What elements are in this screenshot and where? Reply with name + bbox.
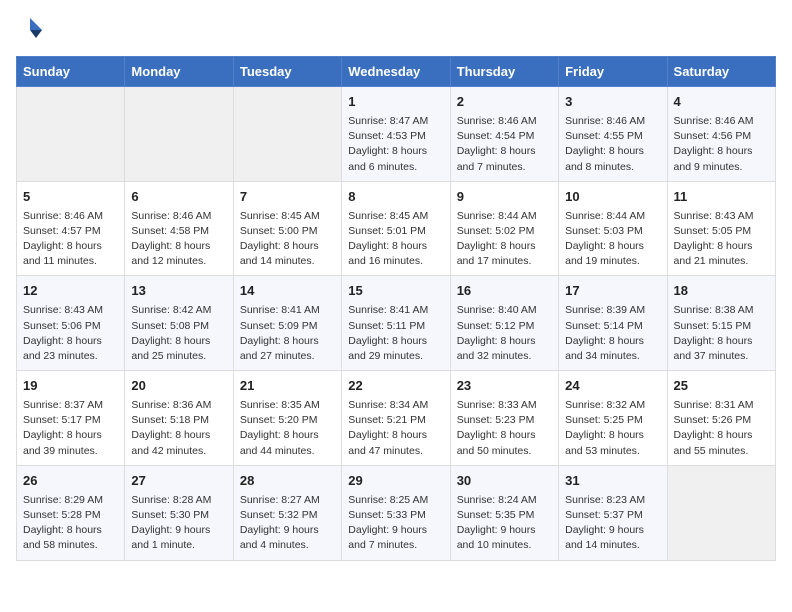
day-number: 6 bbox=[131, 188, 226, 207]
calendar-cell bbox=[17, 87, 125, 182]
day-number: 17 bbox=[565, 282, 660, 301]
calendar-cell: 30Sunrise: 8:24 AMSunset: 5:35 PMDayligh… bbox=[450, 465, 558, 560]
day-number: 16 bbox=[457, 282, 552, 301]
day-number: 31 bbox=[565, 472, 660, 491]
calendar-cell: 3Sunrise: 8:46 AMSunset: 4:55 PMDaylight… bbox=[559, 87, 667, 182]
calendar-cell bbox=[667, 465, 775, 560]
calendar-cell: 17Sunrise: 8:39 AMSunset: 5:14 PMDayligh… bbox=[559, 276, 667, 371]
day-number: 4 bbox=[674, 93, 769, 112]
calendar-cell: 10Sunrise: 8:44 AMSunset: 5:03 PMDayligh… bbox=[559, 181, 667, 276]
calendar-cell: 12Sunrise: 8:43 AMSunset: 5:06 PMDayligh… bbox=[17, 276, 125, 371]
day-number: 3 bbox=[565, 93, 660, 112]
col-header-saturday: Saturday bbox=[667, 57, 775, 87]
col-header-friday: Friday bbox=[559, 57, 667, 87]
day-number: 5 bbox=[23, 188, 118, 207]
col-header-wednesday: Wednesday bbox=[342, 57, 450, 87]
day-number: 20 bbox=[131, 377, 226, 396]
calendar-table: SundayMondayTuesdayWednesdayThursdayFrid… bbox=[16, 56, 776, 561]
calendar-cell: 29Sunrise: 8:25 AMSunset: 5:33 PMDayligh… bbox=[342, 465, 450, 560]
day-number: 30 bbox=[457, 472, 552, 491]
calendar-cell: 2Sunrise: 8:46 AMSunset: 4:54 PMDaylight… bbox=[450, 87, 558, 182]
calendar-cell: 26Sunrise: 8:29 AMSunset: 5:28 PMDayligh… bbox=[17, 465, 125, 560]
day-number: 27 bbox=[131, 472, 226, 491]
day-number: 7 bbox=[240, 188, 335, 207]
calendar-cell: 21Sunrise: 8:35 AMSunset: 5:20 PMDayligh… bbox=[233, 371, 341, 466]
calendar-cell: 9Sunrise: 8:44 AMSunset: 5:02 PMDaylight… bbox=[450, 181, 558, 276]
calendar-cell: 6Sunrise: 8:46 AMSunset: 4:58 PMDaylight… bbox=[125, 181, 233, 276]
day-number: 11 bbox=[674, 188, 769, 207]
day-number: 13 bbox=[131, 282, 226, 301]
day-number: 10 bbox=[565, 188, 660, 207]
calendar-cell: 4Sunrise: 8:46 AMSunset: 4:56 PMDaylight… bbox=[667, 87, 775, 182]
day-number: 2 bbox=[457, 93, 552, 112]
day-number: 14 bbox=[240, 282, 335, 301]
calendar-cell: 28Sunrise: 8:27 AMSunset: 5:32 PMDayligh… bbox=[233, 465, 341, 560]
calendar-cell bbox=[233, 87, 341, 182]
day-number: 18 bbox=[674, 282, 769, 301]
calendar-cell: 19Sunrise: 8:37 AMSunset: 5:17 PMDayligh… bbox=[17, 371, 125, 466]
calendar-cell: 22Sunrise: 8:34 AMSunset: 5:21 PMDayligh… bbox=[342, 371, 450, 466]
col-header-sunday: Sunday bbox=[17, 57, 125, 87]
col-header-thursday: Thursday bbox=[450, 57, 558, 87]
day-number: 22 bbox=[348, 377, 443, 396]
calendar-week-5: 26Sunrise: 8:29 AMSunset: 5:28 PMDayligh… bbox=[17, 465, 776, 560]
calendar-cell: 5Sunrise: 8:46 AMSunset: 4:57 PMDaylight… bbox=[17, 181, 125, 276]
day-number: 8 bbox=[348, 188, 443, 207]
calendar-cell bbox=[125, 87, 233, 182]
calendar-week-1: 1Sunrise: 8:47 AMSunset: 4:53 PMDaylight… bbox=[17, 87, 776, 182]
calendar-cell: 14Sunrise: 8:41 AMSunset: 5:09 PMDayligh… bbox=[233, 276, 341, 371]
day-number: 23 bbox=[457, 377, 552, 396]
day-number: 9 bbox=[457, 188, 552, 207]
calendar-cell: 24Sunrise: 8:32 AMSunset: 5:25 PMDayligh… bbox=[559, 371, 667, 466]
logo bbox=[16, 16, 48, 44]
day-number: 26 bbox=[23, 472, 118, 491]
calendar-cell: 25Sunrise: 8:31 AMSunset: 5:26 PMDayligh… bbox=[667, 371, 775, 466]
calendar-week-4: 19Sunrise: 8:37 AMSunset: 5:17 PMDayligh… bbox=[17, 371, 776, 466]
calendar-cell: 27Sunrise: 8:28 AMSunset: 5:30 PMDayligh… bbox=[125, 465, 233, 560]
day-number: 29 bbox=[348, 472, 443, 491]
col-header-monday: Monday bbox=[125, 57, 233, 87]
logo-icon bbox=[16, 16, 44, 44]
day-number: 25 bbox=[674, 377, 769, 396]
calendar-week-2: 5Sunrise: 8:46 AMSunset: 4:57 PMDaylight… bbox=[17, 181, 776, 276]
page-header bbox=[16, 16, 776, 44]
calendar-cell: 31Sunrise: 8:23 AMSunset: 5:37 PMDayligh… bbox=[559, 465, 667, 560]
calendar-cell: 1Sunrise: 8:47 AMSunset: 4:53 PMDaylight… bbox=[342, 87, 450, 182]
calendar-cell: 11Sunrise: 8:43 AMSunset: 5:05 PMDayligh… bbox=[667, 181, 775, 276]
day-number: 12 bbox=[23, 282, 118, 301]
calendar-cell: 16Sunrise: 8:40 AMSunset: 5:12 PMDayligh… bbox=[450, 276, 558, 371]
day-number: 19 bbox=[23, 377, 118, 396]
calendar-week-3: 12Sunrise: 8:43 AMSunset: 5:06 PMDayligh… bbox=[17, 276, 776, 371]
calendar-cell: 15Sunrise: 8:41 AMSunset: 5:11 PMDayligh… bbox=[342, 276, 450, 371]
day-number: 21 bbox=[240, 377, 335, 396]
calendar-cell: 7Sunrise: 8:45 AMSunset: 5:00 PMDaylight… bbox=[233, 181, 341, 276]
day-number: 15 bbox=[348, 282, 443, 301]
calendar-cell: 20Sunrise: 8:36 AMSunset: 5:18 PMDayligh… bbox=[125, 371, 233, 466]
calendar-cell: 8Sunrise: 8:45 AMSunset: 5:01 PMDaylight… bbox=[342, 181, 450, 276]
calendar-cell: 23Sunrise: 8:33 AMSunset: 5:23 PMDayligh… bbox=[450, 371, 558, 466]
calendar-header-row: SundayMondayTuesdayWednesdayThursdayFrid… bbox=[17, 57, 776, 87]
col-header-tuesday: Tuesday bbox=[233, 57, 341, 87]
day-number: 28 bbox=[240, 472, 335, 491]
calendar-cell: 18Sunrise: 8:38 AMSunset: 5:15 PMDayligh… bbox=[667, 276, 775, 371]
day-number: 24 bbox=[565, 377, 660, 396]
day-number: 1 bbox=[348, 93, 443, 112]
calendar-cell: 13Sunrise: 8:42 AMSunset: 5:08 PMDayligh… bbox=[125, 276, 233, 371]
